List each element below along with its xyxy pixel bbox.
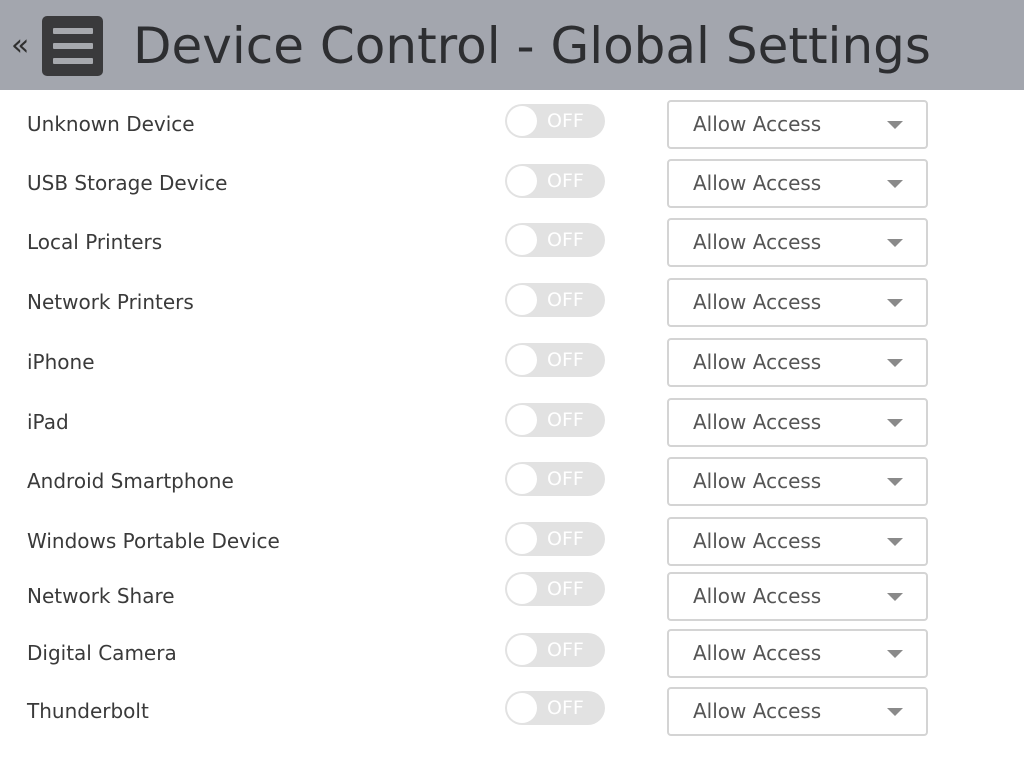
toggle-knob <box>507 574 537 604</box>
toggle-knob <box>507 285 537 315</box>
access-dropdown[interactable]: Allow Access <box>667 278 928 327</box>
device-toggle[interactable]: OFF <box>505 343 605 377</box>
toggle-state-label: OFF <box>547 349 584 371</box>
access-dropdown-value: Allow Access <box>693 112 822 136</box>
access-dropdown[interactable]: Allow Access <box>667 159 928 208</box>
device-toggle[interactable]: OFF <box>505 403 605 437</box>
toggle-knob <box>507 635 537 665</box>
device-label: Windows Portable Device <box>27 529 280 553</box>
device-toggle[interactable]: OFF <box>505 283 605 317</box>
device-toggle[interactable]: OFF <box>505 462 605 496</box>
toggle-knob <box>507 166 537 196</box>
toggle-knob <box>507 106 537 136</box>
access-dropdown[interactable]: Allow Access <box>667 457 928 506</box>
chevron-down-icon <box>887 239 903 247</box>
access-dropdown[interactable]: Allow Access <box>667 338 928 387</box>
device-label: USB Storage Device <box>27 171 228 195</box>
toggle-state-label: OFF <box>547 110 584 132</box>
device-label: Digital Camera <box>27 641 177 665</box>
toggle-state-label: OFF <box>547 170 584 192</box>
toggle-state-label: OFF <box>547 229 584 251</box>
toggle-state-label: OFF <box>547 639 584 661</box>
toggle-state-label: OFF <box>547 409 584 431</box>
toggle-knob <box>507 345 537 375</box>
page-title: Device Control - Global Settings <box>133 17 931 75</box>
device-label: Thunderbolt <box>27 699 149 723</box>
access-dropdown[interactable]: Allow Access <box>667 398 928 447</box>
access-dropdown-value: Allow Access <box>693 699 822 723</box>
access-dropdown-value: Allow Access <box>693 469 822 493</box>
device-toggle[interactable]: OFF <box>505 223 605 257</box>
chevron-down-icon <box>887 708 903 716</box>
chevron-down-icon <box>887 359 903 367</box>
access-dropdown[interactable]: Allow Access <box>667 218 928 267</box>
access-dropdown[interactable]: Allow Access <box>667 687 928 736</box>
toggle-knob <box>507 225 537 255</box>
access-dropdown-value: Allow Access <box>693 641 822 665</box>
toggle-knob <box>507 693 537 723</box>
chevron-down-icon <box>887 478 903 486</box>
device-label: Android Smartphone <box>27 469 234 493</box>
toggle-knob <box>507 464 537 494</box>
access-dropdown[interactable]: Allow Access <box>667 100 928 149</box>
chevron-down-icon <box>887 180 903 188</box>
toggle-state-label: OFF <box>547 528 584 550</box>
menu-button[interactable] <box>42 16 103 76</box>
device-label: Local Printers <box>27 230 163 254</box>
toggle-knob <box>507 524 537 554</box>
access-dropdown-value: Allow Access <box>693 230 822 254</box>
access-dropdown-value: Allow Access <box>693 171 822 195</box>
chevron-down-icon <box>887 299 903 307</box>
access-dropdown-value: Allow Access <box>693 584 822 608</box>
device-label: Network Share <box>27 584 175 608</box>
access-dropdown-value: Allow Access <box>693 410 822 434</box>
access-dropdown-value: Allow Access <box>693 350 822 374</box>
device-toggle[interactable]: OFF <box>505 104 605 138</box>
access-dropdown-value: Allow Access <box>693 529 822 553</box>
chevron-down-icon <box>887 419 903 427</box>
chevron-down-icon <box>887 121 903 129</box>
device-toggle[interactable]: OFF <box>505 572 605 606</box>
chevron-down-icon <box>887 593 903 601</box>
toggle-state-label: OFF <box>547 289 584 311</box>
chevron-down-icon <box>887 650 903 658</box>
back-chevron-icon[interactable]: « <box>11 31 29 61</box>
access-dropdown[interactable]: Allow Access <box>667 517 928 566</box>
device-label: iPhone <box>27 350 95 374</box>
toggle-state-label: OFF <box>547 468 584 490</box>
access-dropdown-value: Allow Access <box>693 290 822 314</box>
device-label: Network Printers <box>27 290 194 314</box>
device-toggle[interactable]: OFF <box>505 164 605 198</box>
toggle-state-label: OFF <box>547 697 584 719</box>
device-label: iPad <box>27 410 69 434</box>
device-toggle[interactable]: OFF <box>505 633 605 667</box>
toggle-state-label: OFF <box>547 578 584 600</box>
access-dropdown[interactable]: Allow Access <box>667 572 928 621</box>
device-toggle[interactable]: OFF <box>505 691 605 725</box>
device-label: Unknown Device <box>27 112 195 136</box>
access-dropdown[interactable]: Allow Access <box>667 629 928 678</box>
toggle-knob <box>507 405 537 435</box>
device-toggle[interactable]: OFF <box>505 522 605 556</box>
chevron-down-icon <box>887 538 903 546</box>
app-header: « Device Control - Global Settings <box>0 0 1024 90</box>
